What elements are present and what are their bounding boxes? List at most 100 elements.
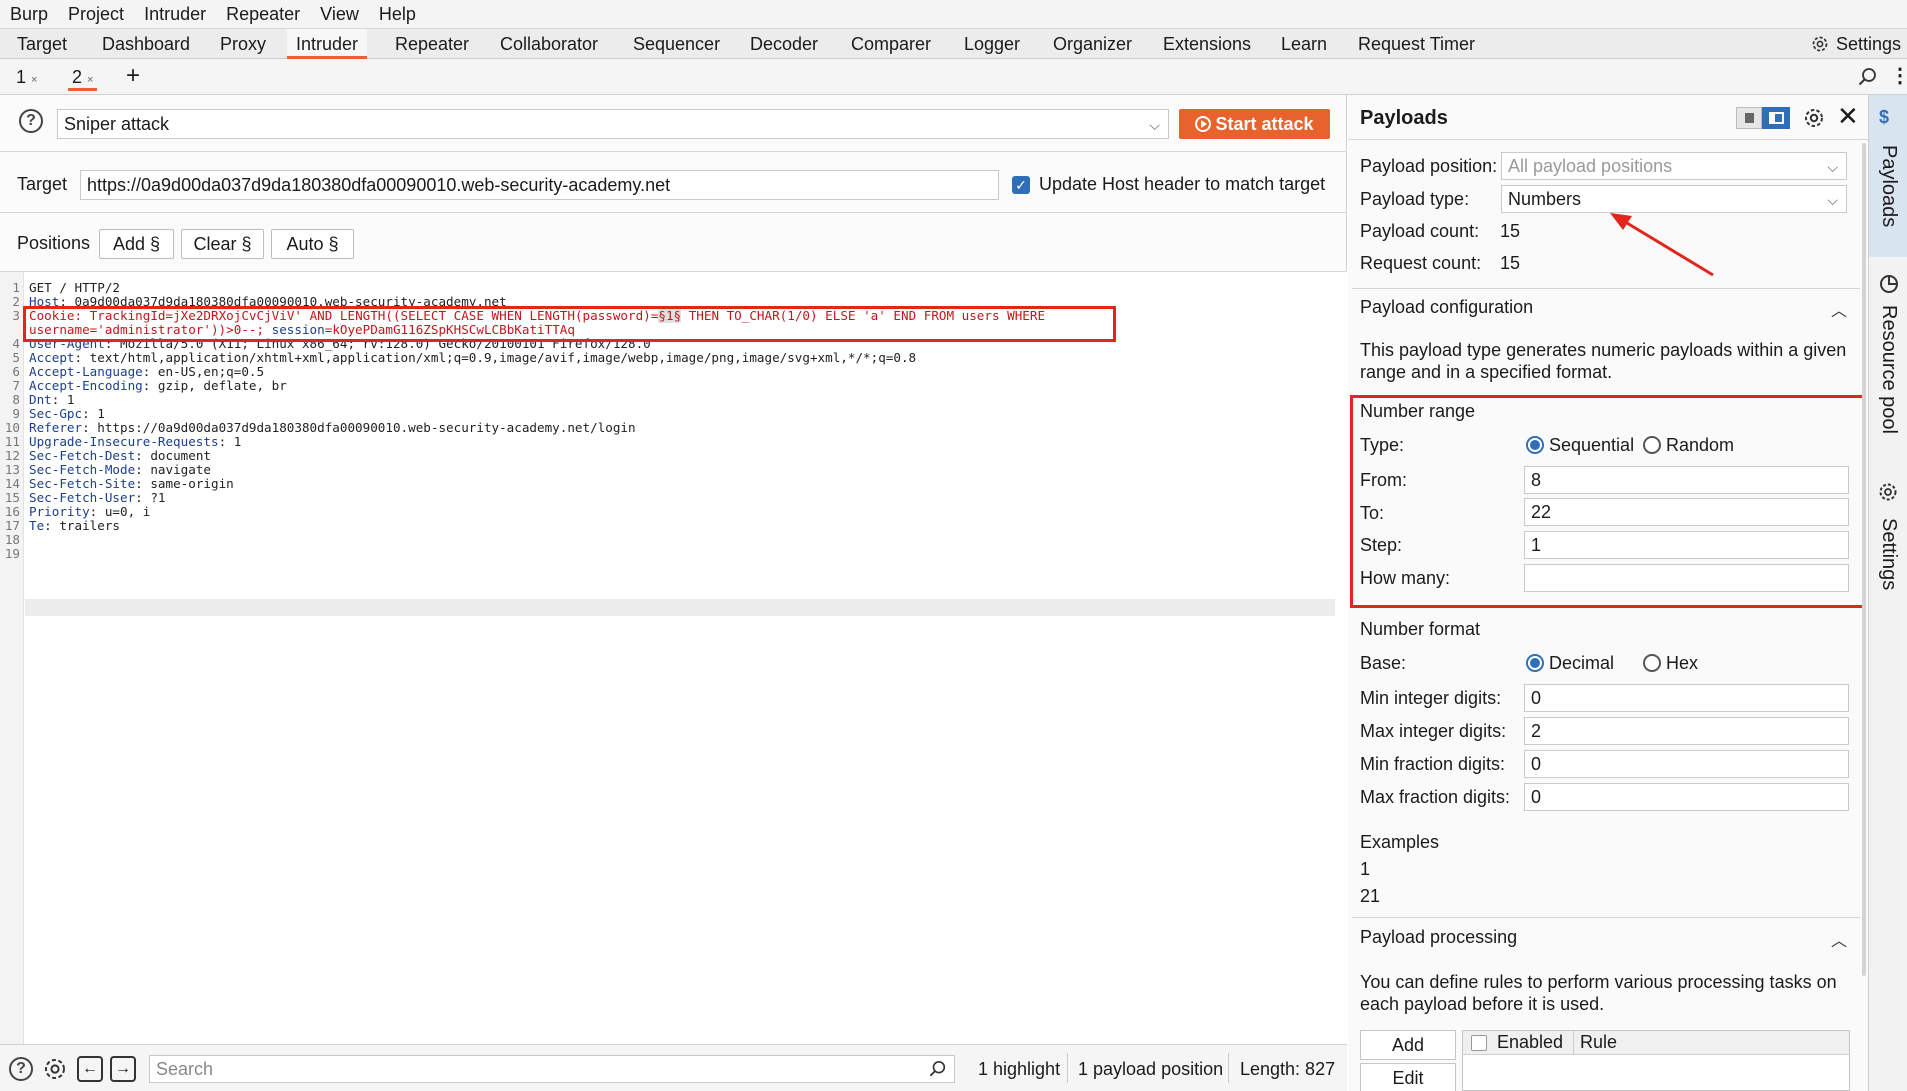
more-options-icon[interactable]: ⋮ [1890, 66, 1907, 86]
min-fraction-input[interactable]: 0 [1524, 750, 1849, 778]
line-number: 7 [12, 378, 20, 393]
tab-target[interactable]: Target [8, 29, 76, 59]
decimal-label: Decimal [1549, 653, 1615, 673]
header-value: gzip, deflate, br [150, 378, 287, 393]
header-key: Upgrade-Insecure-Requests [29, 434, 219, 449]
request-editor[interactable]: 1 GET / HTTP/2 2 Host: 0a9d00da037d9da18038… [0, 272, 1347, 1044]
close-icon[interactable]: × [87, 74, 93, 86]
line-number: 4 [12, 336, 20, 351]
layout-toggle-left[interactable] [1736, 107, 1762, 129]
sub-tab-1[interactable]: 1 × [12, 63, 41, 91]
table-header: Enabled Rule [1463, 1031, 1849, 1055]
close-icon[interactable]: × [31, 74, 37, 86]
tab-learn[interactable]: Learn [1272, 29, 1336, 59]
max-integer-input[interactable]: 2 [1524, 717, 1849, 745]
forward-arrow-icon[interactable]: → [110, 1056, 136, 1082]
edit-rule-button[interactable]: Edit [1360, 1063, 1456, 1091]
menu-project[interactable]: Project [58, 4, 134, 25]
gear-icon[interactable] [1802, 106, 1826, 130]
layout-toggle-right[interactable] [1762, 107, 1790, 129]
add-tab-button[interactable]: + [122, 63, 144, 91]
update-host-checkbox[interactable]: ✓ [1012, 176, 1030, 194]
to-input[interactable]: 22 [1524, 498, 1849, 526]
help-icon[interactable]: ? [9, 1057, 33, 1081]
sub-tab-2[interactable]: 2 × [68, 63, 98, 91]
tab-dashboard[interactable]: Dashboard [93, 29, 199, 59]
number-format-title: Number format [1360, 619, 1481, 639]
payload-processing-title: Payload processing [1360, 927, 1518, 947]
min-integer-input[interactable]: 0 [1524, 684, 1849, 712]
payload-count-value: 15 [1500, 221, 1521, 241]
annotation-arrow [1610, 213, 1714, 277]
step-input[interactable]: 1 [1524, 531, 1849, 559]
request-line: Accept-Language: en-US,en;q=0.5 [29, 364, 264, 379]
tab-sequencer[interactable]: Sequencer [624, 29, 729, 59]
max-fraction-input[interactable]: 0 [1524, 783, 1849, 811]
divider [1348, 139, 1868, 140]
request-line: Accept: text/html,application/xhtml+xml,… [29, 350, 916, 365]
settings-button[interactable]: Settings [1810, 29, 1901, 59]
chevron-up-icon[interactable]: ︿ [1831, 297, 1847, 321]
tab-proxy[interactable]: Proxy [211, 29, 275, 59]
close-icon[interactable]: ✕ [1837, 103, 1859, 129]
add-marker-button[interactable]: Add § [99, 229, 174, 259]
help-icon[interactable]: ? [19, 109, 43, 133]
back-arrow-icon[interactable]: ← [77, 1056, 103, 1082]
menu-burp[interactable]: Burp [0, 4, 58, 25]
how-many-input[interactable] [1524, 564, 1849, 592]
example-value: 1 [1360, 859, 1371, 879]
payload-processing-desc: You can define rules to perform various … [1360, 972, 1837, 1014]
from-input[interactable]: 8 [1524, 466, 1849, 494]
tab-intruder[interactable]: Intruder [287, 29, 368, 59]
from-label: From: [1360, 470, 1407, 490]
menu-view[interactable]: View [310, 4, 369, 25]
chevron-up-icon[interactable]: ︿ [1831, 927, 1847, 951]
request-line: GET / HTTP/2 [29, 280, 120, 295]
line-number: 3 [12, 308, 20, 323]
side-tab-payloads[interactable]: $ Payloads [1869, 95, 1907, 257]
scrollbar[interactable] [1862, 143, 1866, 976]
request-line: Sec-Fetch-Site: same-origin [29, 476, 234, 491]
side-tab-settings[interactable]: Settings [1869, 481, 1907, 601]
tab-repeater[interactable]: Repeater [386, 29, 478, 59]
tab-collaborator[interactable]: Collaborator [491, 29, 607, 59]
target-url-input[interactable]: https://0a9d00da037d9da180380dfa00090010… [80, 170, 999, 200]
tab-organizer[interactable]: Organizer [1044, 29, 1141, 59]
hex-radio[interactable] [1643, 654, 1661, 672]
divider [1352, 917, 1860, 918]
clear-markers-button[interactable]: Clear § [181, 229, 264, 259]
tab-request-timer[interactable]: Request Timer [1349, 29, 1484, 59]
random-radio[interactable] [1643, 436, 1661, 454]
resource-pool-icon [1880, 275, 1898, 293]
tab-decoder[interactable]: Decoder [741, 29, 827, 59]
payload-position-select[interactable]: All payload positions ⌵ [1501, 152, 1847, 180]
update-host-label: Update Host header to match target [1039, 174, 1326, 194]
target-label: Target [17, 174, 68, 194]
header-key: Sec-Gpc [29, 406, 83, 421]
auto-markers-button[interactable]: Auto § [271, 229, 354, 259]
separator: : [44, 518, 52, 533]
search-input[interactable]: Search [149, 1055, 955, 1083]
separator: : [82, 406, 90, 421]
menu-intruder[interactable]: Intruder [134, 4, 216, 25]
menu-help[interactable]: Help [369, 4, 426, 25]
tab-comparer[interactable]: Comparer [842, 29, 940, 59]
payload-type-value: Numbers [1508, 189, 1582, 209]
random-label: Random [1666, 435, 1735, 455]
sequential-radio[interactable] [1526, 436, 1544, 454]
menu-repeater[interactable]: Repeater [216, 4, 310, 25]
add-rule-button[interactable]: Add [1360, 1030, 1456, 1060]
start-attack-button[interactable]: Start attack [1179, 109, 1330, 139]
tab-extensions[interactable]: Extensions [1154, 29, 1260, 59]
search-icon[interactable] [1858, 67, 1878, 87]
tab-logger[interactable]: Logger [955, 29, 1029, 59]
header-value: document [142, 448, 211, 463]
current-line-highlight [25, 599, 1335, 616]
attack-type-select[interactable]: Sniper attack ⌵ [57, 109, 1169, 139]
payload-type-select[interactable]: Numbers ⌵ [1501, 185, 1847, 213]
decimal-radio[interactable] [1526, 654, 1544, 672]
select-all-checkbox[interactable] [1471, 1035, 1487, 1051]
separator: : [135, 490, 143, 505]
gear-icon[interactable] [42, 1056, 68, 1082]
header-value: GET / HTTP/2 [29, 280, 120, 295]
